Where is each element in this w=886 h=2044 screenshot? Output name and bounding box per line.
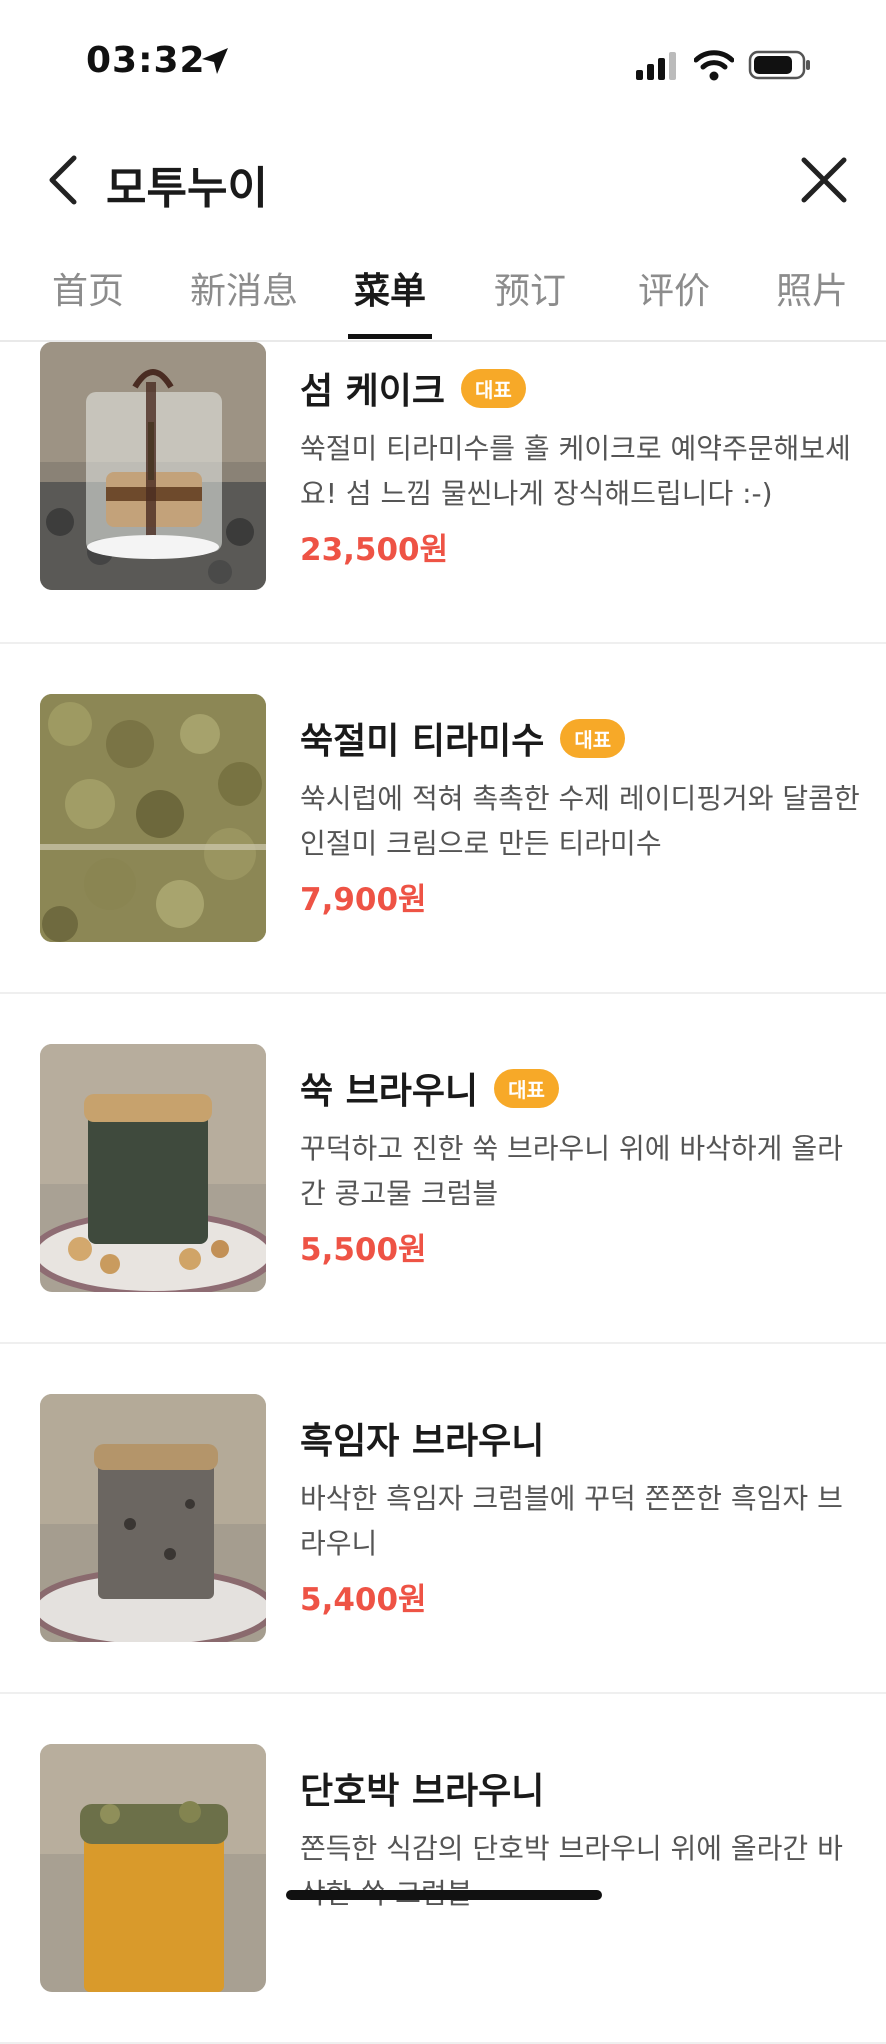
- tab-reviews[interactable]: 评价: [638, 262, 710, 314]
- tab-menu[interactable]: 菜单: [354, 262, 426, 314]
- menu-item-name: 쑥 브라우니: [300, 1071, 479, 1112]
- battery-icon: [748, 50, 810, 80]
- menu-item-description: 쑥절미 티라미수를 홀 케이크로 예약주문해보세요! 섬 느낌 물씬나게 장식해…: [300, 432, 851, 510]
- tab-reservation[interactable]: 预订: [494, 262, 566, 314]
- home-indicator[interactable]: [286, 1890, 602, 1900]
- menu-item-mugwort-brownie[interactable]: 쑥 브라우니 대표 꾸덕하고 진한 쑥 브라우니 위에 바삭하게 올라간 콩고물…: [0, 994, 886, 1344]
- menu-item-name: 섬 케이크: [300, 371, 446, 412]
- mugwort-brownie-photo: [40, 1044, 266, 1292]
- menu-item-info: 흑임자 브라우니 바삭한 흑임자 크럼블에 꾸덕 쫀쫀한 흑임자 브라우니 5,…: [300, 1412, 860, 1619]
- wifi-icon: [694, 50, 734, 81]
- location-arrow-icon: [202, 48, 228, 74]
- menu-item-description: 쑥시럽에 적혀 촉촉한 수제 레이디핑거와 달콤한 인절미 크림으로 만든 티라…: [300, 782, 860, 860]
- menu-list: 섬 케이크 대표 쑥절미 티라미수를 홀 케이크로 예약주문해보세요! 섬 느낌…: [0, 342, 886, 2044]
- active-tab-indicator: [348, 334, 432, 339]
- status-time: 03:32: [86, 40, 206, 81]
- tab-news[interactable]: 新消息: [190, 262, 298, 314]
- menu-item-info: 섬 케이크 대표 쑥절미 티라미수를 홀 케이크로 예약주문해보세요! 섬 느낌…: [300, 362, 860, 569]
- pumpkin-brownie-photo: [40, 1744, 266, 1992]
- tab-home[interactable]: 首页: [52, 262, 124, 314]
- menu-item-price: 23,500원: [300, 532, 449, 568]
- menu-item-info: 쑥절미 티라미수 대표 쑥시럽에 적혀 촉촉한 수제 레이디핑거와 달콤한 인절…: [300, 712, 860, 919]
- menu-item-black-sesame-brownie[interactable]: 흑임자 브라우니 바삭한 흑임자 크럼블에 꾸덕 쫀쫀한 흑임자 브라우니 5,…: [0, 1344, 886, 1694]
- menu-item-description: 바삭한 흑임자 크럼블에 꾸덕 쫀쫀한 흑임자 브라우니: [300, 1482, 843, 1560]
- menu-item-price: 5,400원: [300, 1582, 427, 1618]
- status-bar: 03:32: [0, 0, 886, 120]
- menu-item-description: 쫀득한 식감의 단호박 브라우니 위에 올라간 바삭한 쑥 크럼블: [300, 1832, 843, 1910]
- signature-badge: 대표: [494, 1068, 559, 1108]
- black-sesame-brownie-photo: [40, 1394, 266, 1642]
- tab-bar: 首页 新消息 菜单 预订 评价 照片: [0, 240, 886, 342]
- top-navigation-bar: 모투누이: [0, 120, 886, 230]
- signature-badge: 대표: [560, 718, 626, 758]
- menu-item-name: 쑥절미 티라미수: [300, 721, 545, 762]
- menu-item-description: 꾸덕하고 진한 쑥 브라우니 위에 바삭하게 올라간 콩고물 크럼블: [300, 1132, 843, 1210]
- close-icon[interactable]: [798, 154, 850, 206]
- signature-badge: 대표: [461, 368, 526, 408]
- tab-photos[interactable]: 照片: [776, 262, 848, 314]
- menu-item-info: 쑥 브라우니 대표 꾸덕하고 진한 쑥 브라우니 위에 바삭하게 올라간 콩고물…: [300, 1062, 860, 1269]
- cellular-signal-icon: [636, 52, 676, 80]
- page-title: 모투누이: [106, 163, 268, 214]
- island-cake-photo: [40, 342, 266, 590]
- mugwort-tiramisu-photo: [40, 694, 266, 942]
- menu-item-price: 5,500원: [300, 1232, 427, 1268]
- back-arrow-icon[interactable]: [46, 154, 80, 206]
- menu-item-island-cake[interactable]: 섬 케이크 대표 쑥절미 티라미수를 홀 케이크로 예약주문해보세요! 섬 느낌…: [0, 342, 886, 644]
- menu-item-pumpkin-brownie[interactable]: 단호박 브라우니 쫀득한 식감의 단호박 브라우니 위에 올라간 바삭한 쑥 크…: [0, 1694, 886, 2044]
- menu-item-mugwort-tiramisu[interactable]: 쑥절미 티라미수 대표 쑥시럽에 적혀 촉촉한 수제 레이디핑거와 달콤한 인절…: [0, 644, 886, 994]
- menu-item-name: 흑임자 브라우니: [300, 1421, 545, 1462]
- menu-item-price: 7,900원: [300, 882, 427, 918]
- menu-item-name: 단호박 브라우니: [300, 1771, 545, 1812]
